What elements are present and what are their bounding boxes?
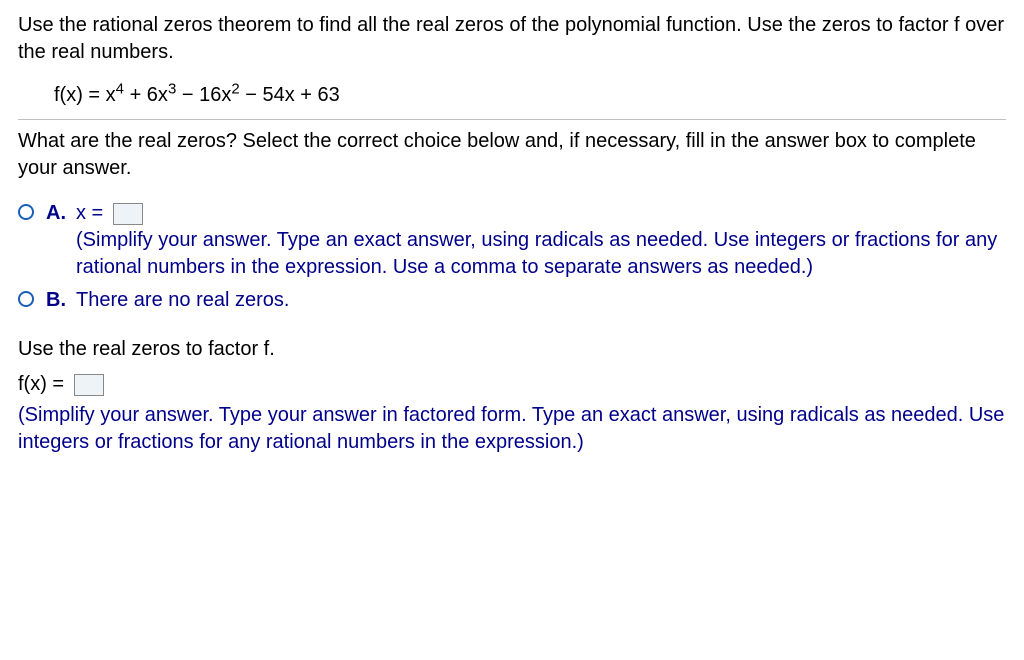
question-1-prompt: What are the real zeros? Select the corr… <box>18 128 1006 182</box>
divider <box>18 119 1006 120</box>
choice-a-prefix: x = <box>76 202 109 224</box>
polynomial-equation: f(x) = x4 + 6x3 − 16x2 − 54x + 63 <box>18 76 1006 119</box>
choice-b-row: B. There are no real zeros. <box>18 287 1006 314</box>
choice-a-hint: (Simplify your answer. Type an exact ans… <box>76 227 1006 281</box>
fx-label: f(x) = <box>54 84 106 106</box>
term1-coef: x <box>106 84 116 106</box>
question-2-prompt: Use the real zeros to factor f. <box>18 336 1006 363</box>
term3-exp: 2 <box>231 80 239 97</box>
radio-a[interactable] <box>18 204 34 220</box>
fx-label-2: f(x) = <box>18 373 70 395</box>
term1-exp: 4 <box>116 80 124 97</box>
factor-input-line: f(x) = <box>18 371 1006 398</box>
problem-instructions: Use the rational zeros theorem to find a… <box>18 12 1006 66</box>
choice-a-letter: A. <box>46 200 66 227</box>
choice-b-text: There are no real zeros. <box>76 287 1006 314</box>
term4: − 54x + 63 <box>240 84 340 106</box>
term2: + 6x <box>124 84 168 106</box>
answer-input-zeros[interactable] <box>113 203 143 225</box>
term3: − 16x <box>176 84 231 106</box>
choice-a-row: A. x = (Simplify your answer. Type an ex… <box>18 200 1006 281</box>
choice-b-letter: B. <box>46 287 66 314</box>
question-2-hint: (Simplify your answer. Type your answer … <box>18 402 1006 456</box>
answer-input-factored[interactable] <box>74 374 104 396</box>
choice-a-line: x = <box>76 200 1006 227</box>
radio-b[interactable] <box>18 291 34 307</box>
